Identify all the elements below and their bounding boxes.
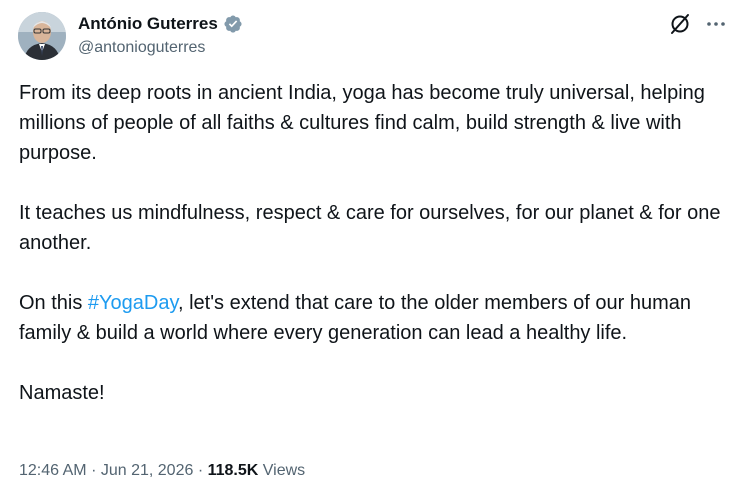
tweet-paragraph-1: From its deep roots in ancient India, yo… xyxy=(19,82,705,164)
grok-icon[interactable] xyxy=(668,12,692,36)
tweet-paragraph-2: It teaches us mindfulness, respect & car… xyxy=(19,202,721,254)
views-label: Views xyxy=(262,462,306,479)
meta-separator: · xyxy=(197,462,204,479)
tweet-text: From its deep roots in ancient India, yo… xyxy=(19,78,731,408)
verified-badge-icon[interactable] xyxy=(223,14,243,34)
tweet-card: António Guterres @antonioguterres From i… xyxy=(0,0,745,497)
author-display-name[interactable]: António Guterres xyxy=(78,13,218,35)
author-handle[interactable]: @antonioguterres xyxy=(78,38,205,58)
tweet-paragraph-3-prefix: On this xyxy=(19,292,88,314)
tweet-paragraph-4: Namaste! xyxy=(19,382,105,404)
views-count: 118.5K xyxy=(207,462,259,479)
avatar[interactable] xyxy=(18,12,66,60)
meta-separator: · xyxy=(91,462,97,479)
avatar-image xyxy=(18,12,66,60)
tweet-paragraph-3: On this #YogaDay, let's extend that care… xyxy=(19,288,731,348)
author-name-row: António Guterres xyxy=(78,13,243,35)
tweet-time[interactable]: 12:46 AM xyxy=(19,462,87,479)
tweet-meta: 12:46 AM · Jun 21, 2026 · 118.5K Views xyxy=(19,460,305,482)
more-options-icon[interactable] xyxy=(704,12,728,36)
hashtag-link[interactable]: #YogaDay xyxy=(88,292,178,314)
tweet-date[interactable]: Jun 21, 2026 xyxy=(101,462,194,479)
